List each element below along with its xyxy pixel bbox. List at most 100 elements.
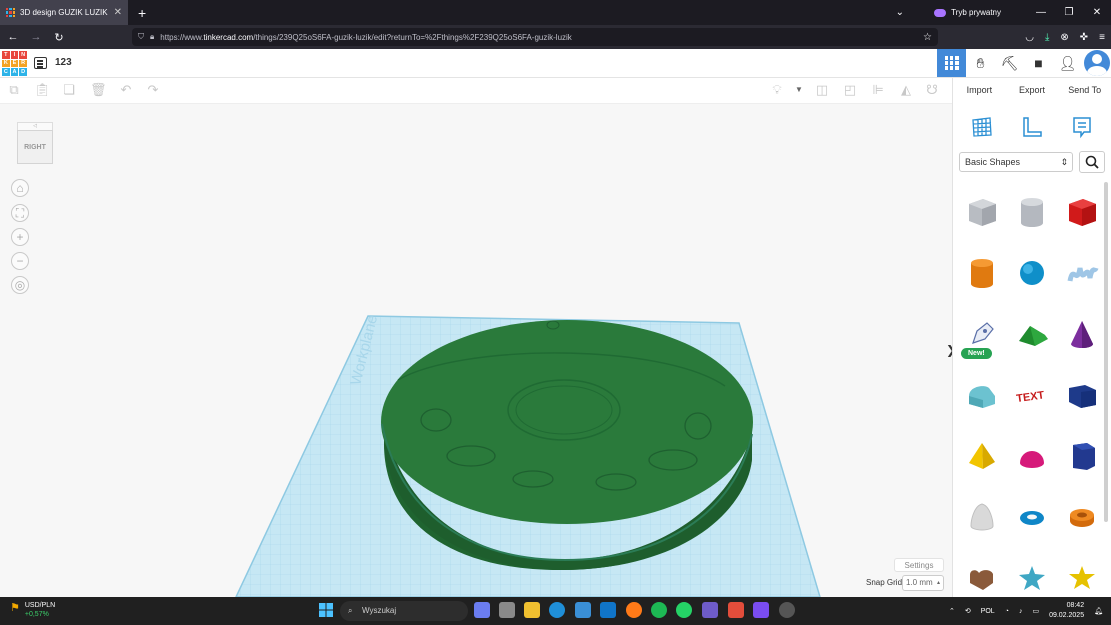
- battery-icon[interactable]: ▭: [1032, 607, 1039, 615]
- tab-close-icon[interactable]: ✕: [114, 7, 122, 18]
- shape-round-roof[interactable]: [957, 364, 1007, 425]
- edge-icon[interactable]: [549, 602, 565, 618]
- shape-cone[interactable]: [1057, 303, 1107, 364]
- ruler-icon[interactable]: [1020, 115, 1044, 139]
- shape-wedge[interactable]: [1057, 364, 1107, 425]
- spotify-icon[interactable]: [651, 602, 667, 618]
- design-list-icon[interactable]: [34, 57, 47, 69]
- taskbar-search-input[interactable]: ⌕ Wyszukaj: [340, 601, 468, 621]
- back-arrow-icon[interactable]: ←: [3, 31, 23, 43]
- shape-box[interactable]: [1057, 181, 1107, 242]
- lang-indicator[interactable]: POL: [981, 608, 995, 615]
- send-to-button[interactable]: Send To: [1058, 85, 1111, 95]
- lock-icon[interactable]: 🔒︎: [150, 32, 154, 42]
- zoom-out-icon[interactable]: −: [11, 252, 29, 270]
- window-close-icon[interactable]: ✕: [1083, 7, 1111, 18]
- workplane-scene[interactable]: Workplane: [0, 104, 952, 597]
- shape-torus[interactable]: [1007, 486, 1057, 547]
- undo-icon[interactable]: ↶: [119, 83, 133, 97]
- shape-cylinder[interactable]: [957, 242, 1007, 303]
- menu-hamburger-icon[interactable]: ≡: [1099, 32, 1105, 43]
- ticker-widget[interactable]: ⚑ USD/PLN +0,57%: [10, 601, 55, 619]
- shape-pyramid[interactable]: [957, 425, 1007, 486]
- 3d-viewport[interactable]: Workplane ◁ RIGHT ⌂ ⛶ + − ◎: [0, 104, 952, 597]
- shape-polygon[interactable]: [1057, 425, 1107, 486]
- firefox-private-icon[interactable]: [753, 602, 769, 618]
- shield-icon[interactable]: ⛉: [138, 32, 144, 42]
- shape-cylinder-hole[interactable]: [1007, 181, 1057, 242]
- paste-icon[interactable]: 📋︎: [34, 83, 51, 97]
- tray-chevron-icon[interactable]: ⌃: [949, 607, 955, 615]
- shape-roof[interactable]: [1007, 303, 1057, 364]
- copilot-icon[interactable]: [474, 602, 490, 618]
- firefox-icon[interactable]: [626, 602, 642, 618]
- whatsapp-icon[interactable]: [676, 602, 692, 618]
- ungroup-icon[interactable]: ◰: [843, 83, 857, 97]
- view-cube-face[interactable]: RIGHT: [17, 130, 53, 164]
- copy-icon[interactable]: ⧉: [7, 83, 21, 97]
- download-icon[interactable]: ⤓: [1045, 32, 1049, 43]
- align-icon[interactable]: ⊫: [871, 83, 885, 97]
- blocks-view-button[interactable]: ✋︎: [966, 49, 995, 77]
- export-button[interactable]: Export: [1006, 85, 1059, 95]
- fit-view-icon[interactable]: ⛶: [11, 204, 29, 222]
- teams-icon[interactable]: [702, 602, 718, 618]
- file-explorer-icon[interactable]: [524, 602, 540, 618]
- store-icon[interactable]: [575, 602, 591, 618]
- chevron-down-icon[interactable]: ▼: [792, 83, 806, 97]
- shape-sphere[interactable]: [1007, 242, 1057, 303]
- snap-grid-select[interactable]: 1.0 mm: [902, 575, 944, 591]
- view-cube[interactable]: ◁ RIGHT: [17, 122, 55, 164]
- browser-tab[interactable]: 3D design GUZIK LUZIK - Tinke ✕: [0, 0, 128, 25]
- minimize-icon[interactable]: —: [1027, 7, 1055, 18]
- shape-box-hole[interactable]: [957, 181, 1007, 242]
- windows-start-icon[interactable]: [318, 602, 334, 618]
- bricks-button[interactable]: ■: [1024, 49, 1053, 77]
- perspective-icon[interactable]: ◎: [11, 276, 29, 294]
- task-view-icon[interactable]: [499, 602, 515, 618]
- shape-paraboloid[interactable]: [957, 486, 1007, 547]
- design-name[interactable]: 123: [55, 57, 72, 68]
- media-player-icon[interactable]: [779, 602, 795, 618]
- import-button[interactable]: Import: [953, 85, 1006, 95]
- cruise-icon[interactable]: ☋: [925, 83, 939, 97]
- sim-lab-button[interactable]: ⛏: [995, 49, 1024, 77]
- outlook-icon[interactable]: [600, 602, 616, 618]
- redo-icon[interactable]: ↷: [146, 83, 160, 97]
- shape-category-select[interactable]: Basic Shapes: [959, 152, 1073, 172]
- panel-scrollbar[interactable]: [1104, 182, 1108, 522]
- notes-icon[interactable]: [1070, 115, 1094, 139]
- tinkercad-logo[interactable]: TIN KER CAD: [2, 51, 27, 76]
- url-bar[interactable]: ⛉ 🔒︎ https://www.tinkercad.com/things/23…: [132, 28, 938, 46]
- duplicate-icon[interactable]: ❏: [62, 83, 76, 97]
- delete-icon[interactable]: 🗑︎: [90, 83, 107, 97]
- extension-x-icon[interactable]: ⊗: [1060, 32, 1068, 43]
- settings-button[interactable]: Settings: [894, 558, 944, 572]
- shape-half-sphere[interactable]: [1007, 425, 1057, 486]
- workplane-tool-icon[interactable]: [970, 115, 994, 139]
- volume-icon[interactable]: ♪: [1019, 608, 1023, 615]
- office-icon[interactable]: [728, 602, 744, 618]
- 3d-design-view-button[interactable]: [937, 49, 966, 77]
- shape-sketch-pen[interactable]: New!: [957, 303, 1007, 364]
- pocket-icon[interactable]: ◡: [1025, 32, 1034, 43]
- light-bulb-icon[interactable]: 💡︎: [770, 83, 784, 97]
- new-tab-plus-icon[interactable]: +: [138, 5, 146, 21]
- clock[interactable]: 08:42 09.02.2025: [1049, 601, 1084, 621]
- forward-arrow-icon[interactable]: →: [26, 31, 46, 43]
- mirror-icon[interactable]: ◭: [899, 83, 913, 97]
- bookmark-star-icon[interactable]: ☆: [923, 32, 932, 43]
- shape-tube[interactable]: [1057, 486, 1107, 547]
- add-user-button[interactable]: 👤︎: [1053, 49, 1082, 77]
- shape-text[interactable]: TEXT: [1007, 364, 1057, 425]
- home-view-icon[interactable]: ⌂: [11, 179, 29, 197]
- shape-scribble[interactable]: [1057, 242, 1107, 303]
- notifications-bell-icon[interactable]: 🔔︎: [1094, 607, 1103, 615]
- restore-icon[interactable]: ❐: [1055, 7, 1083, 18]
- extensions-puzzle-icon[interactable]: ✜: [1080, 32, 1088, 43]
- shape-search-button[interactable]: [1079, 151, 1105, 173]
- tray-app-icon[interactable]: ⟲: [965, 607, 971, 615]
- group-icon[interactable]: ◫: [815, 83, 829, 97]
- network-icon[interactable]: ◔: [1005, 608, 1009, 615]
- zoom-in-icon[interactable]: +: [11, 228, 29, 246]
